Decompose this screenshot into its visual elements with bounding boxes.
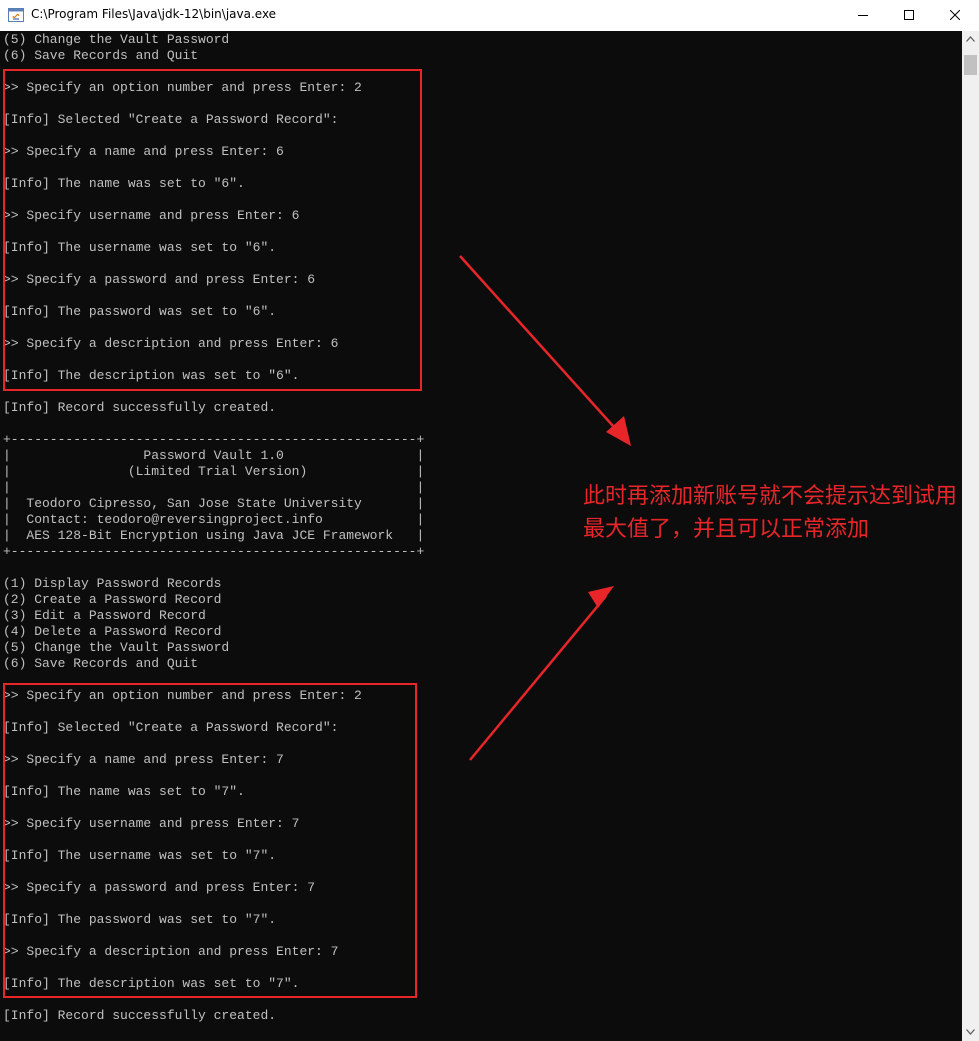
scroll-down-button[interactable] [962,1024,979,1041]
console-line: (3) Edit a Password Record [3,608,206,623]
title-bar[interactable]: C:\Program Files\Java\jdk-12\bin\java.ex… [0,0,979,32]
console-line: (6) Save Records and Quit [3,48,199,63]
console-line: (6) Save Records and Quit [3,656,199,671]
vertical-scrollbar[interactable] [962,31,979,1041]
console-line: | | [3,480,425,495]
console-line: [Info] Record successfully created. [3,1008,277,1023]
scroll-up-arrow-icon [966,36,975,42]
highlight-box-first-record [3,69,422,391]
console-line: (5) Change the Vault Password [3,640,230,655]
scroll-thumb[interactable] [964,55,977,75]
maximize-icon [904,10,914,20]
scroll-down-arrow-icon [966,1029,975,1035]
java-icon [8,7,24,23]
console-line: | Password Vault 1.0 | [3,448,425,463]
annotation-text: 此时再添加新账号就不会提示达到试用最大值了，并且可以正常添加 [583,484,958,542]
minimize-button[interactable] [840,0,886,31]
console-line: | Contact: teodoro@reversingproject.info… [3,512,425,527]
window-title: C:\Program Files\Java\jdk-12\bin\java.ex… [31,7,277,21]
console-line: +---------------------------------------… [3,432,425,447]
console-line: (1) Display Password Records [3,576,222,591]
console-line: | (Limited Trial Version) | [3,464,425,479]
close-button[interactable] [932,0,978,31]
maximize-button[interactable] [886,0,932,31]
highlight-box-second-record [3,683,417,998]
console-line: (5) Change the Vault Password [3,32,230,47]
scroll-up-button[interactable] [962,31,979,48]
console-line: | AES 128-Bit Encryption using Java JCE … [3,528,425,543]
console-line: | Teodoro Cipresso, San Jose State Unive… [3,496,425,511]
console-line: (4) Delete a Password Record [3,624,222,639]
console-line: (2) Create a Password Record [3,592,222,607]
console-line: +---------------------------------------… [3,544,425,559]
close-icon [950,10,960,20]
console-line: [Info] Record successfully created. [3,400,277,415]
minimize-icon [858,15,868,16]
